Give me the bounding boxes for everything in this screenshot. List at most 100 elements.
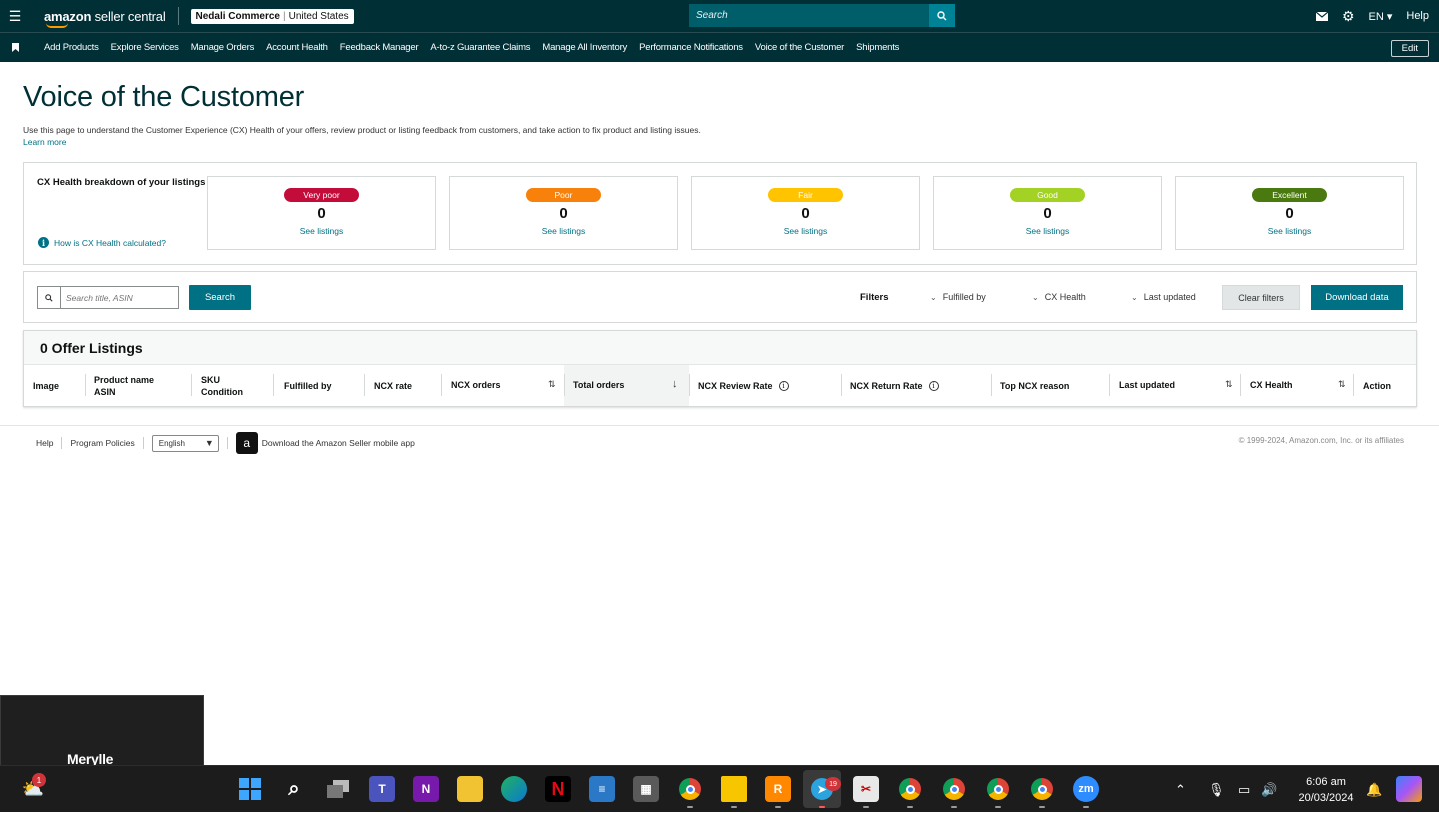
sort-icon[interactable]: ⇅	[548, 379, 556, 390]
notepad-icon[interactable]: ≡	[589, 776, 615, 802]
running-indicator	[1083, 806, 1089, 808]
notifications-icon[interactable]: 🔔	[1366, 766, 1382, 813]
column-divider	[841, 374, 842, 396]
column-divider	[564, 374, 565, 396]
col-cx-health[interactable]: CX Health	[1250, 364, 1293, 406]
column-divider	[1353, 374, 1354, 396]
network-icon[interactable]: ▭	[1238, 766, 1250, 813]
download-data-button[interactable]: Download data	[1311, 285, 1403, 310]
seller-central-logo[interactable]: amazon seller central	[44, 9, 166, 28]
edge-icon[interactable]	[501, 776, 527, 802]
chrome-profile-2-icon[interactable]	[941, 776, 967, 802]
cx-card-fair: Fair 0 See listings	[691, 176, 920, 250]
gear-icon[interactable]: ⚙	[1342, 8, 1355, 25]
chrome-icon[interactable]	[677, 776, 703, 802]
microphone-icon[interactable]: 🎙	[1208, 766, 1225, 813]
chrome-profile-4-icon[interactable]	[1029, 776, 1055, 802]
volume-icon[interactable]: 🔊	[1261, 766, 1277, 813]
chevron-down-icon: ⌄	[1131, 292, 1138, 302]
col-ncx-orders[interactable]: NCX orders	[451, 364, 501, 406]
edit-bookmarks-button[interactable]: Edit	[1390, 40, 1429, 57]
see-listings-excellent[interactable]: See listings	[1176, 226, 1403, 236]
sticky-notes-icon[interactable]	[721, 776, 747, 802]
cx-health-calculation-label: How is CX Health calculated?	[54, 237, 166, 248]
language-selector[interactable]: EN ▾	[1369, 10, 1393, 23]
nav-feedback-manager[interactable]: Feedback Manager	[340, 42, 419, 53]
info-icon: i	[38, 237, 49, 248]
listing-search-input[interactable]	[61, 287, 177, 308]
sort-icon[interactable]: ⇅	[1338, 379, 1346, 390]
col-fulfilled-by[interactable]: Fulfilled by	[284, 365, 332, 407]
sort-descending-icon[interactable]: ↓	[672, 378, 678, 390]
info-icon[interactable]: i	[928, 381, 939, 391]
language-select[interactable]: English ▼	[151, 434, 219, 452]
see-listings-poor[interactable]: See listings	[450, 226, 677, 236]
see-listings-fair[interactable]: See listings	[692, 226, 919, 236]
copilot-icon[interactable]	[1396, 776, 1422, 802]
account-switcher[interactable]: Nedali Commerce | United States	[190, 8, 354, 24]
global-search-input[interactable]	[689, 4, 929, 27]
netflix-icon[interactable]: N	[545, 776, 571, 802]
nav-account-health[interactable]: Account Health	[266, 42, 328, 53]
col-ncx-return-rate[interactable]: NCX Return Rate i	[850, 365, 939, 407]
mail-icon[interactable]	[1315, 11, 1328, 21]
search-button[interactable]: Search	[189, 285, 251, 310]
cx-card-poor: Poor 0 See listings	[449, 176, 678, 250]
file-explorer-icon[interactable]	[457, 776, 483, 802]
col-sku[interactable]: SKU Condition	[201, 365, 243, 407]
download-app-link[interactable]: Download the Amazon Seller mobile app	[262, 438, 415, 448]
search-icon[interactable]: ⌕	[281, 776, 307, 802]
help-link[interactable]: Help	[1406, 10, 1429, 22]
last-updated-filter[interactable]: ⌄ Last updated	[1131, 292, 1196, 302]
nav-explore-services[interactable]: Explore Services	[111, 42, 179, 53]
col-top-ncx-reason[interactable]: Top NCX reason	[1000, 365, 1069, 407]
col-total-orders[interactable]: Total orders	[573, 364, 624, 406]
global-search-button[interactable]	[929, 4, 955, 27]
amazon-app-icon[interactable]: a	[235, 432, 258, 454]
col-product[interactable]: Product name ASIN	[94, 365, 154, 407]
ringcentral-icon[interactable]: R	[765, 776, 791, 802]
nav-manage-orders[interactable]: Manage Orders	[191, 42, 255, 53]
video-call-tile[interactable]: Merylle	[0, 695, 204, 767]
chrome-profile-3-icon[interactable]	[985, 776, 1011, 802]
weather-badge: 1	[32, 773, 46, 787]
nav-performance-notifications[interactable]: Performance Notifications	[639, 42, 743, 53]
bookmark-icon[interactable]	[0, 43, 30, 52]
onenote-icon[interactable]: N	[413, 776, 439, 802]
see-listings-very-poor[interactable]: See listings	[208, 226, 435, 236]
col-ncx-review-rate[interactable]: NCX Review Rate i	[698, 365, 789, 407]
cx-health-calculation-link[interactable]: i How is CX Health calculated?	[38, 237, 166, 248]
nav-a-to-z-claims[interactable]: A-to-z Guarantee Claims	[430, 42, 530, 53]
footer-help-link[interactable]: Help	[36, 438, 53, 448]
nav-voice-of-customer[interactable]: Voice of the Customer	[755, 42, 844, 53]
clock[interactable]: 6:06 am 20/03/2024	[1294, 774, 1358, 806]
info-icon[interactable]: i	[778, 381, 789, 391]
sort-icon[interactable]: ⇅	[1225, 379, 1233, 390]
cx-card-very-poor: Very poor 0 See listings	[207, 176, 436, 250]
snipping-tool-icon[interactable]: ✂	[853, 776, 879, 802]
nav-manage-inventory[interactable]: Manage All Inventory	[542, 42, 627, 53]
learn-more-link[interactable]: Learn more	[23, 137, 66, 147]
nav-shipments[interactable]: Shipments	[856, 42, 899, 53]
chrome-profile-1-icon[interactable]	[897, 776, 923, 802]
filters-label: Filters	[860, 292, 889, 303]
cx-badge-very-poor: Very poor	[284, 188, 359, 202]
fulfilled-by-filter[interactable]: ⌄ Fulfilled by	[930, 292, 986, 302]
footer-program-policies-link[interactable]: Program Policies	[70, 438, 134, 448]
col-last-updated[interactable]: Last updated	[1119, 364, 1175, 406]
nav-add-products[interactable]: Add Products	[44, 42, 99, 53]
col-image: Image	[33, 381, 60, 391]
zoom-icon[interactable]: zm	[1073, 776, 1099, 802]
clear-filters-button[interactable]: Clear filters	[1222, 285, 1300, 310]
show-hidden-icons[interactable]: ⌃	[1175, 766, 1186, 813]
start-icon[interactable]	[237, 776, 263, 802]
see-listings-good[interactable]: See listings	[934, 226, 1161, 236]
menu-icon[interactable]: ☰	[0, 0, 30, 32]
calculator-icon[interactable]: ▦	[633, 776, 659, 802]
column-divider	[273, 374, 274, 396]
col-ncx-rate[interactable]: NCX rate	[374, 365, 412, 407]
cx-health-filter[interactable]: ⌄ CX Health	[1032, 292, 1086, 302]
task-view-icon[interactable]	[325, 776, 351, 802]
teams-icon[interactable]: T	[369, 776, 395, 802]
table-heading: 0 Offer Listings	[24, 331, 1416, 365]
